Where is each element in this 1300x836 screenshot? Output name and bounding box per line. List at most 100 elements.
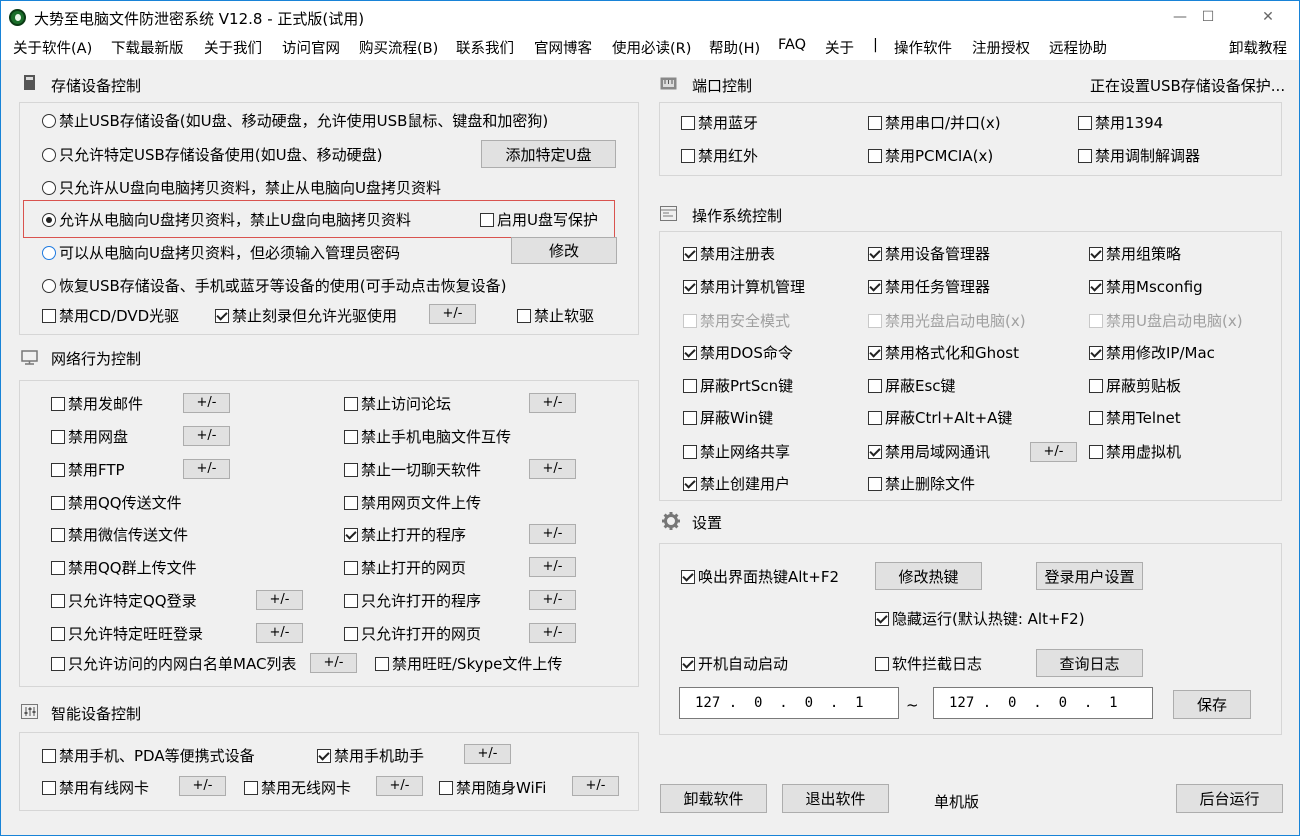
mac-plus-minus-button[interactable]: +/- (310, 653, 357, 673)
exit-button[interactable]: 退出软件 (782, 784, 889, 813)
checkbox-os[interactable]: 屏蔽Ctrl+Alt+A键 (868, 408, 1012, 428)
modify-password-button[interactable]: 修改 (511, 237, 617, 264)
checkbox-network-left[interactable]: 禁用微信传送文件 (51, 525, 188, 545)
menu-operate[interactable]: 操作软件 (894, 37, 952, 58)
checkbox-os[interactable]: 屏蔽Esc键 (868, 376, 956, 396)
checkbox-network-left[interactable]: 只允许特定QQ登录 (51, 591, 197, 611)
network-plus-minus-button[interactable]: +/- (529, 590, 576, 610)
menu-about-software[interactable]: 关于软件(A) (13, 37, 92, 58)
menu-register[interactable]: 注册授权 (972, 37, 1030, 58)
radio-password-copy[interactable]: 可以从电脑向U盘拷贝资料，但必须输入管理员密码 (42, 243, 400, 263)
checkbox-network-right[interactable]: 禁止访问论坛 (344, 394, 451, 414)
checkbox-wireless-nic[interactable]: 禁用无线网卡 (244, 778, 351, 798)
checkbox-os[interactable]: 屏蔽PrtScn键 (683, 376, 793, 396)
checkbox-network-left[interactable]: 禁用QQ群上传文件 (51, 558, 197, 578)
checkbox-network-right[interactable]: 禁用网页文件上传 (344, 493, 481, 513)
checkbox-network-right[interactable]: 只允许打开的网页 (344, 624, 481, 644)
checkbox-disable-pda[interactable]: 禁用手机、PDA等便携式设备 (42, 746, 255, 766)
checkbox-network-right[interactable]: 禁止一切聊天软件 (344, 460, 481, 480)
checkbox-hidden-run[interactable]: 隐藏运行(默认热键: Alt+F2) (875, 609, 1085, 629)
checkbox-os[interactable]: 禁止网络共享 (683, 442, 790, 462)
checkbox-network-right[interactable]: 禁止打开的网页 (344, 558, 466, 578)
checkbox-network-left[interactable]: 禁用QQ传送文件 (51, 493, 182, 513)
checkbox-network-right[interactable]: 只允许打开的程序 (344, 591, 481, 611)
checkbox-network-left[interactable]: 禁用FTP (51, 460, 125, 480)
checkbox-os[interactable]: 禁用格式化和Ghost (868, 343, 1019, 363)
network-plus-minus-button[interactable]: +/- (529, 557, 576, 577)
checkbox-os[interactable]: 屏蔽Win键 (683, 408, 773, 428)
checkbox-intercept-log[interactable]: 软件拦截日志 (875, 654, 982, 674)
checkbox-os[interactable]: 禁用注册表 (683, 244, 775, 264)
assistant-plus-minus-button[interactable]: +/- (464, 744, 511, 764)
menu-download[interactable]: 下载最新版 (111, 37, 184, 58)
checkbox-os[interactable]: 禁用计算机管理 (683, 277, 805, 297)
checkbox-os[interactable]: 禁用虚拟机 (1089, 442, 1181, 462)
checkbox-port[interactable]: 禁用蓝牙 (681, 113, 758, 133)
checkbox-write-protect[interactable]: 启用U盘写保护 (480, 210, 598, 230)
ip-start-input[interactable]: 127 . 0 . 0 . 1 (679, 687, 899, 719)
checkbox-wired-nic[interactable]: 禁用有线网卡 (42, 778, 149, 798)
radio-specific-usb[interactable]: 只允许特定USB存储设备使用(如U盘、移动硬盘) (42, 145, 382, 165)
add-specific-usb-button[interactable]: 添加特定U盘 (481, 140, 616, 168)
radio-restore-usb[interactable]: 恢复USB存储设备、手机或蓝牙等设备的使用(可手动点击恢复设备) (42, 276, 507, 296)
radio-usb-to-pc-only[interactable]: 只允许从U盘向电脑拷贝资料，禁止从电脑向U盘拷贝资料 (42, 178, 441, 198)
menu-about-us[interactable]: 关于我们 (204, 37, 262, 58)
wireless-plus-minus-button[interactable]: +/- (376, 776, 423, 796)
menu-remote-help[interactable]: 远程协助 (1049, 37, 1107, 58)
network-plus-minus-button[interactable]: +/- (529, 623, 576, 643)
checkbox-os[interactable]: 屏蔽剪贴板 (1089, 376, 1181, 396)
checkbox-wangwang-upload[interactable]: 禁用旺旺/Skype文件上传 (375, 654, 562, 674)
wifi-plus-minus-button[interactable]: +/- (572, 776, 619, 796)
checkbox-network-left[interactable]: 禁用网盘 (51, 427, 128, 447)
menu-purchase[interactable]: 购买流程(B) (359, 37, 438, 58)
checkbox-port[interactable]: 禁用串口/并口(x) (868, 113, 1001, 133)
checkbox-os[interactable]: 禁用设备管理器 (868, 244, 990, 264)
checkbox-phone-assistant[interactable]: 禁用手机助手 (317, 746, 424, 766)
checkbox-mac-whitelist[interactable]: 只允许访问的内网白名单MAC列表 (51, 654, 296, 674)
checkbox-os[interactable]: 禁用局域网通讯 (868, 442, 990, 462)
lan-plus-minus-button[interactable]: +/- (1030, 442, 1077, 462)
ip-end-input[interactable]: 127 . 0 . 0 . 1 (933, 687, 1153, 719)
background-run-button[interactable]: 后台运行 (1176, 784, 1283, 813)
checkbox-disable-floppy[interactable]: 禁止软驱 (517, 306, 594, 326)
maximize-button[interactable]: ☐ (1179, 1, 1237, 34)
checkbox-network-left[interactable]: 禁用发邮件 (51, 394, 143, 414)
network-plus-minus-button[interactable]: +/- (529, 393, 576, 413)
checkbox-portable-wifi[interactable]: 禁用随身WiFi (439, 778, 546, 798)
radio-disable-usb[interactable]: 禁止USB存储设备(如U盘、移动硬盘，允许使用USB鼠标、键盘和加密狗) (42, 111, 548, 131)
checkbox-port[interactable]: 禁用调制解调器 (1078, 146, 1200, 166)
checkbox-os[interactable]: 禁用修改IP/Mac (1089, 343, 1215, 363)
checkbox-port[interactable]: 禁用1394 (1078, 113, 1163, 133)
checkbox-network-left[interactable]: 只允许特定旺旺登录 (51, 624, 203, 644)
menu-help[interactable]: 帮助(H) (709, 37, 760, 58)
burn-plus-minus-button[interactable]: +/- (429, 304, 476, 324)
menu-website[interactable]: 访问官网 (282, 37, 340, 58)
checkbox-port[interactable]: 禁用PCMCIA(x) (868, 146, 993, 166)
checkbox-os[interactable]: 禁用任务管理器 (868, 277, 990, 297)
network-plus-minus-button[interactable]: +/- (183, 393, 230, 413)
network-plus-minus-button[interactable]: +/- (256, 623, 303, 643)
close-button[interactable]: ✕ (1239, 1, 1297, 34)
uninstall-button[interactable]: 卸载软件 (660, 784, 767, 813)
login-user-settings-button[interactable]: 登录用户设置 (1036, 562, 1143, 590)
checkbox-disable-cd[interactable]: 禁用CD/DVD光驱 (42, 306, 179, 326)
checkbox-network-right[interactable]: 禁止手机电脑文件互传 (344, 427, 511, 447)
network-plus-minus-button[interactable]: +/- (529, 524, 576, 544)
checkbox-hotkey[interactable]: 唤出界面热键Alt+F2 (681, 567, 839, 587)
menu-contact[interactable]: 联系我们 (456, 37, 514, 58)
checkbox-os[interactable]: 禁用Telnet (1089, 408, 1181, 428)
checkbox-port[interactable]: 禁用红外 (681, 146, 758, 166)
menu-blog[interactable]: 官网博客 (534, 37, 592, 58)
save-button[interactable]: 保存 (1173, 690, 1251, 719)
network-plus-minus-button[interactable]: +/- (529, 459, 576, 479)
checkbox-os[interactable]: 禁止删除文件 (868, 474, 975, 494)
checkbox-os[interactable]: 禁止创建用户 (683, 474, 790, 494)
menu-about[interactable]: 关于 (825, 37, 854, 58)
modify-hotkey-button[interactable]: 修改热键 (875, 562, 982, 590)
checkbox-disable-burn[interactable]: 禁止刻录但允许光驱使用 (215, 306, 397, 326)
menu-must-read[interactable]: 使用必读(R) (612, 37, 691, 58)
network-plus-minus-button[interactable]: +/- (256, 590, 303, 610)
network-plus-minus-button[interactable]: +/- (183, 426, 230, 446)
checkbox-os[interactable]: 禁用Msconfig (1089, 277, 1203, 297)
network-plus-minus-button[interactable]: +/- (183, 459, 230, 479)
